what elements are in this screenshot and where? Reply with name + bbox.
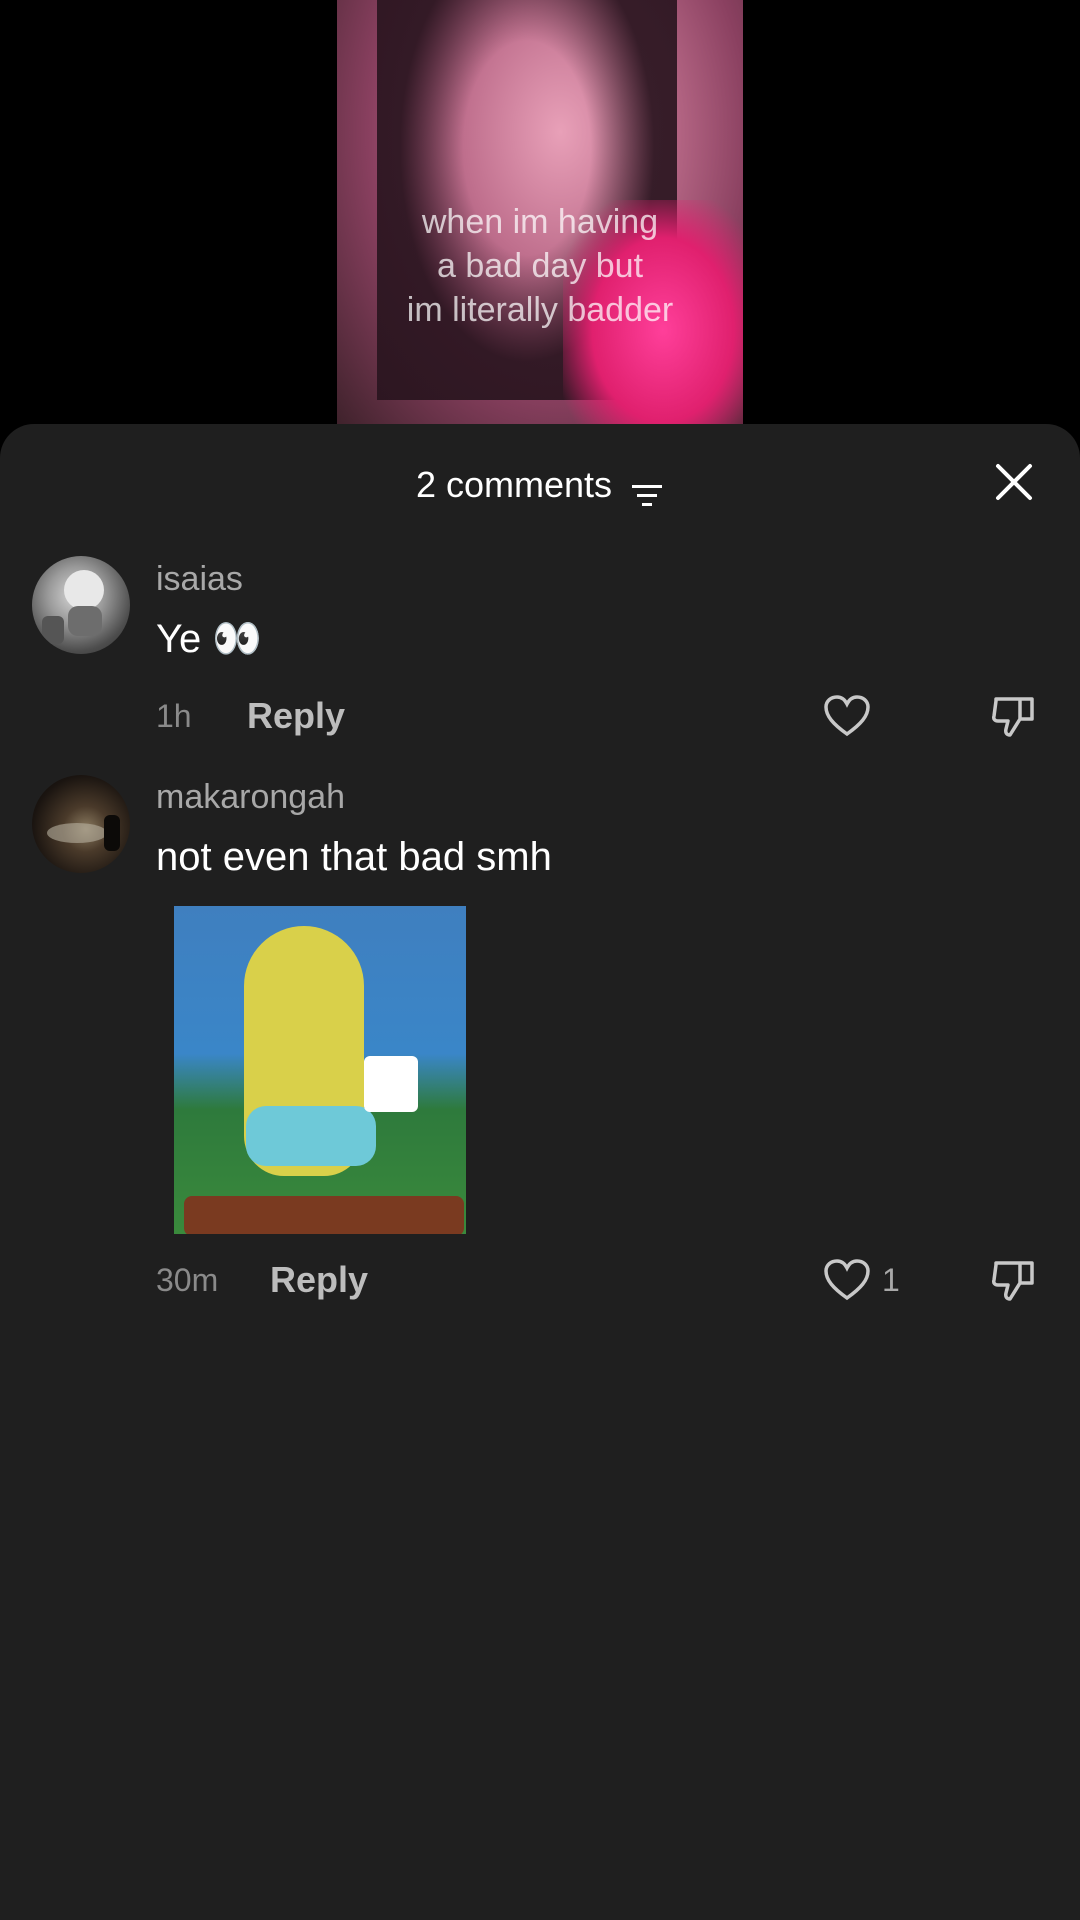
- avatar[interactable]: [32, 556, 130, 654]
- sticker-mug: [364, 1056, 418, 1112]
- video-preview[interactable]: when im having a bad day but im literall…: [337, 0, 743, 440]
- reply-button[interactable]: Reply: [270, 1258, 368, 1302]
- sticker-image[interactable]: [174, 906, 466, 1234]
- comment-text: not even that bad smh: [156, 835, 552, 879]
- sticker-table: [184, 1196, 464, 1234]
- video-caption-line: a bad day but: [436, 247, 644, 285]
- heart-icon[interactable]: [823, 1258, 871, 1302]
- thumbs-down-icon[interactable]: [990, 1257, 1036, 1303]
- video-caption: when im having a bad day but im literall…: [337, 200, 743, 332]
- comment-username[interactable]: isaias: [156, 557, 243, 601]
- comment-timestamp: 30m: [156, 1262, 219, 1298]
- like-count: 1: [882, 1262, 900, 1298]
- comment-username[interactable]: makarongah: [156, 775, 345, 819]
- comment-text: Ye 👀: [156, 617, 263, 661]
- video-caption-line: im literally badder: [406, 291, 674, 329]
- comment-timestamp: 1h: [156, 698, 192, 734]
- thumbs-down-icon[interactable]: [990, 693, 1036, 739]
- heart-icon[interactable]: [823, 694, 871, 738]
- sticker-shorts: [246, 1106, 376, 1166]
- close-icon[interactable]: [994, 462, 1034, 502]
- video-caption-line: when im having: [421, 203, 659, 241]
- comments-count: 2 comments: [415, 464, 613, 505]
- avatar[interactable]: [32, 775, 130, 873]
- comments-header[interactable]: 2 comments: [0, 460, 1080, 510]
- sort-icon[interactable]: [632, 472, 664, 507]
- reply-button[interactable]: Reply: [247, 694, 345, 738]
